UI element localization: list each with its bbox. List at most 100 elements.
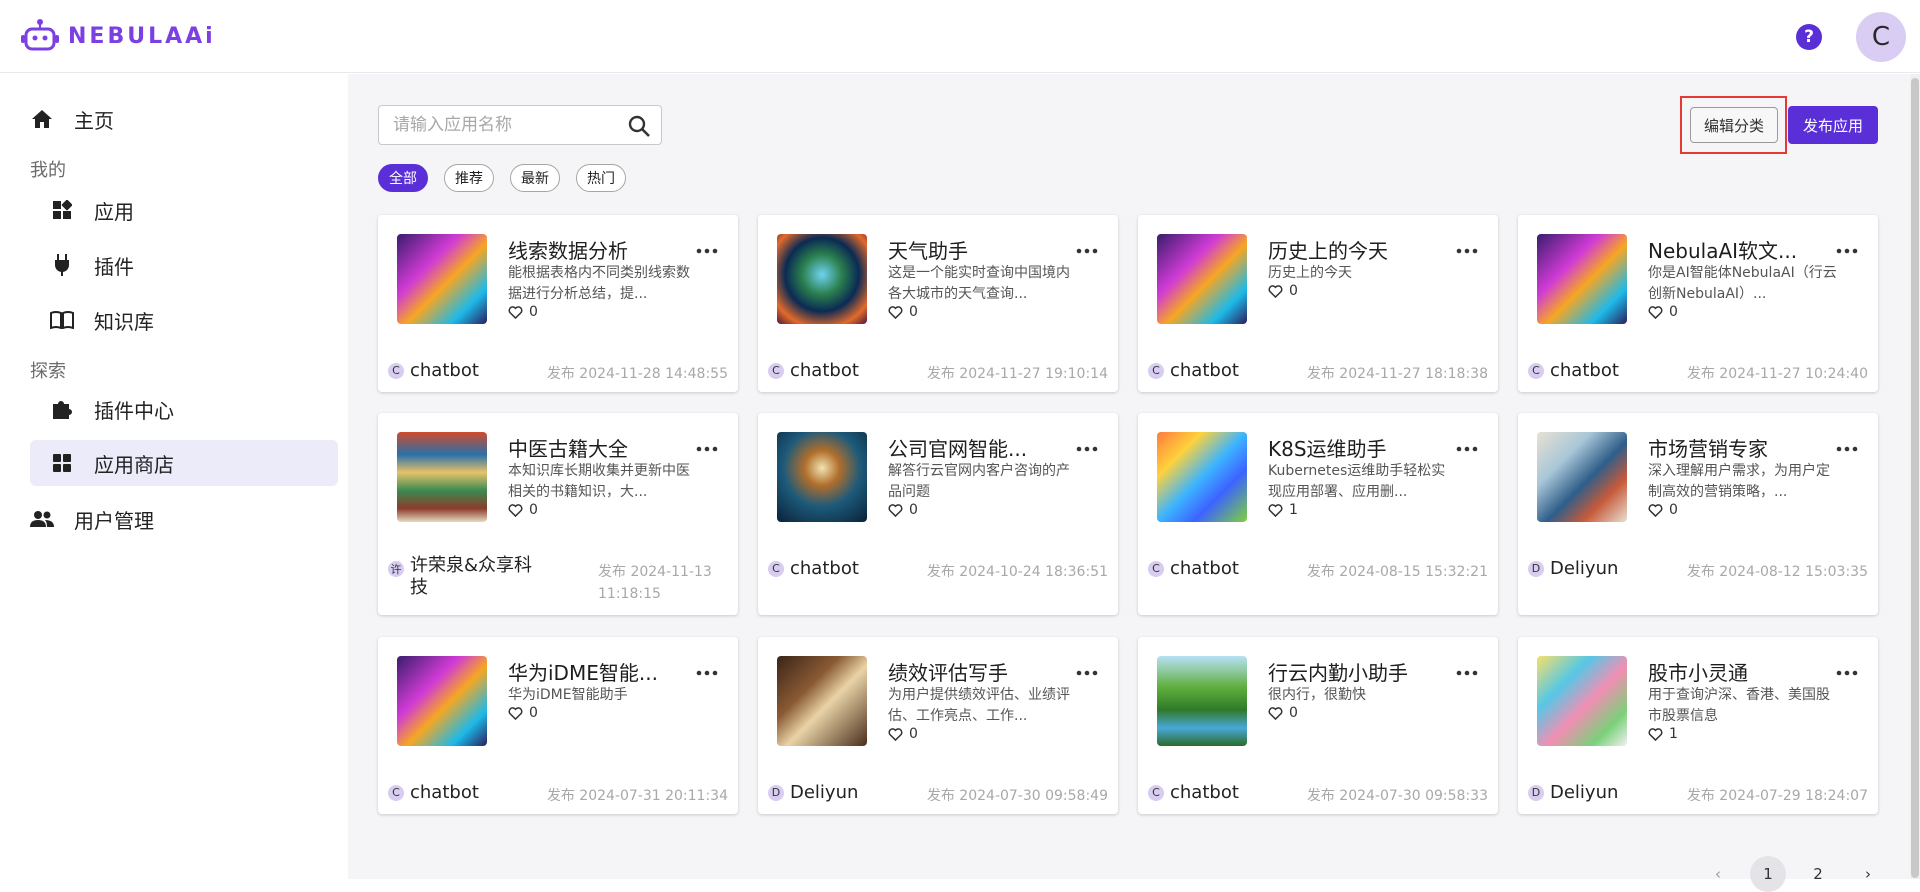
page-button-2[interactable]: 2 [1800, 856, 1836, 892]
sidebar-item-label: 应用商店 [94, 452, 174, 477]
author-name: chatbot [1170, 558, 1239, 579]
author-name: chatbot [410, 782, 479, 803]
sidebar-item-label: 应用 [94, 199, 134, 224]
author-name: chatbot [1170, 360, 1239, 381]
publish-date: 发布 2024-11-13 11:18:15 [598, 564, 712, 602]
sidebar-item-plugins[interactable]: 插件 [50, 243, 134, 287]
app-card[interactable]: K8S运维助手 Kubernetes运维助手轻松实现应用部署、应用删... 1 Cch… [1138, 413, 1498, 615]
app-title: 绩效评估写手 [888, 661, 1008, 685]
author-badge: D [1528, 560, 1544, 577]
search-icon[interactable] [627, 114, 651, 142]
app-logo[interactable]: NEBULAAi [20, 18, 216, 54]
author-badge: C [1148, 784, 1164, 801]
likes[interactable]: 0 [888, 502, 918, 518]
likes[interactable]: 0 [508, 705, 538, 721]
author: Cchatbot [388, 360, 479, 381]
likes-count: 0 [529, 304, 538, 320]
app-card[interactable]: 市场营销专家 深入理解用户需求，为用户定制高效的营销策略，... 0 D Deliyun… [1518, 413, 1878, 615]
app-title: 历史上的今天 [1268, 239, 1388, 263]
likes[interactable]: 0 [1268, 705, 1298, 721]
likes[interactable]: 0 [1648, 502, 1678, 518]
app-title: 中医古籍大全 [508, 437, 628, 461]
heart-icon [508, 706, 523, 720]
likes[interactable]: 0 [1268, 283, 1298, 299]
next-page-icon[interactable]: › [1850, 856, 1886, 892]
author: 许许荣泉&众享科技 [388, 555, 548, 599]
likes[interactable]: 0 [1648, 304, 1678, 320]
likes[interactable]: 0 [888, 304, 918, 320]
likes[interactable]: 0 [508, 304, 538, 320]
heart-icon [508, 305, 523, 319]
app-thumbnail [1157, 656, 1247, 746]
author-badge: 许 [388, 561, 404, 577]
edit-category-button[interactable]: 编辑分类 [1690, 107, 1778, 143]
app-card[interactable]: 中医古籍大全 本知识库长期收集并更新中医相关的书籍知识，大... 0 许许荣泉&众享科… [378, 413, 738, 615]
sidebar: 主页 我的 应用 插件 知识库 探索 插件中心 应用商店 用户管理 [0, 74, 348, 879]
more-options-icon[interactable] [696, 239, 718, 258]
search-input[interactable] [393, 115, 623, 135]
sidebar-item-home[interactable]: 主页 [30, 97, 114, 141]
heart-icon [1648, 503, 1663, 517]
filter-chip-recommended[interactable]: 推荐 [444, 164, 494, 192]
more-options-icon[interactable] [1456, 437, 1478, 456]
more-options-icon[interactable] [1456, 239, 1478, 258]
sidebar-item-app-store[interactable]: 应用商店 [50, 441, 174, 485]
more-options-icon[interactable] [1076, 661, 1098, 680]
sidebar-item-plugin-center[interactable]: 插件中心 [50, 387, 174, 431]
heart-icon [1648, 305, 1663, 319]
app-description: 这是一个能实时查询中国境内各大城市的天气查询... [888, 265, 1070, 302]
user-avatar[interactable]: C [1856, 12, 1906, 62]
sidebar-item-apps[interactable]: 应用 [50, 188, 134, 232]
app-card[interactable]: 天气助手 这是一个能实时查询中国境内各大城市的天气查询... 0 Cchatbot 发布… [758, 215, 1118, 392]
publish-date: 发布 2024-08-12 15:03:35 [1686, 564, 1868, 580]
likes[interactable]: 0 [508, 502, 538, 518]
filter-chip-latest[interactable]: 最新 [510, 164, 560, 192]
section-label-explore: 探索 [30, 361, 66, 382]
likes[interactable]: 1 [1648, 726, 1678, 742]
filter-chip-all[interactable]: 全部 [378, 164, 428, 192]
section-label-mine: 我的 [30, 160, 66, 181]
more-options-icon[interactable] [696, 437, 718, 456]
app-thumbnail [1537, 234, 1627, 324]
publish-date: 发布 2024-07-30 09:58:33 [1306, 788, 1488, 804]
publish-date: 发布 2024-07-29 18:24:07 [1686, 788, 1868, 804]
more-options-icon[interactable] [1076, 437, 1098, 456]
heart-icon [1268, 706, 1283, 720]
book-icon [50, 308, 74, 332]
heart-icon [1268, 503, 1283, 517]
publish-app-button[interactable]: 发布应用 [1788, 106, 1878, 144]
filter-chip-hot[interactable]: 热门 [576, 164, 626, 192]
app-description: 能根据表格内不同类别线索数据进行分析总结，提... [508, 265, 690, 302]
app-card[interactable]: NebulaAI软文... 你是AI智能体NebulaAI（行云创新NebulaA… [1518, 215, 1878, 392]
more-options-icon[interactable] [1456, 661, 1478, 680]
app-card[interactable]: 历史上的今天 历史上的今天 0 Cchatbot 发布 2024-11-27 18:18… [1138, 215, 1498, 392]
prev-page-icon[interactable]: ‹ [1700, 856, 1736, 892]
help-icon[interactable]: ? [1796, 24, 1822, 50]
app-card[interactable]: 线索数据分析 能根据表格内不同类别线索数据进行分析总结，提... 0 Cchatbot… [378, 215, 738, 392]
likes-count: 0 [1289, 705, 1298, 721]
app-card[interactable]: 华为iDME智能... 华为iDME智能助手 0 Cchatbot 发布 2024-07… [378, 637, 738, 814]
app-description: Kubernetes运维助手轻松实现应用部署、应用删... [1268, 463, 1446, 500]
author-name: Deliyun [1550, 782, 1619, 803]
sidebar-item-user-mgmt[interactable]: 用户管理 [30, 497, 154, 541]
page-button-1[interactable]: 1 [1750, 856, 1786, 892]
sidebar-item-knowledge[interactable]: 知识库 [50, 298, 154, 342]
more-options-icon[interactable] [1076, 239, 1098, 258]
author-badge: D [1528, 784, 1544, 801]
author-name: chatbot [410, 360, 479, 381]
more-options-icon[interactable] [1836, 661, 1858, 680]
more-options-icon[interactable] [696, 661, 718, 680]
author-name: chatbot [1170, 782, 1239, 803]
app-description: 用于查询沪深、香港、美国股市股票信息 [1648, 687, 1830, 724]
plug-icon [50, 253, 74, 277]
app-title: 市场营销专家 [1648, 437, 1768, 461]
likes[interactable]: 1 [1268, 502, 1298, 518]
app-card[interactable]: 公司官网智能... 解答行云官网内客户咨询的产品问题 0 Cchatbot 发布 202… [758, 413, 1118, 615]
more-options-icon[interactable] [1836, 239, 1858, 258]
app-card[interactable]: 股市小灵通 用于查询沪深、香港、美国股市股票信息 1 D Deliyun 发布 2024-… [1518, 637, 1878, 814]
app-card[interactable]: 行云内勤小助手 很内行，很勤快 0 Cchatbot 发布 2024-07-30 09:… [1138, 637, 1498, 814]
scrollbar-thumb[interactable] [1911, 78, 1919, 878]
likes[interactable]: 0 [888, 726, 918, 742]
app-card[interactable]: 绩效评估写手 为用户提供绩效评估、业绩评估、工作亮点、工作... 0 D Deliyun… [758, 637, 1118, 814]
more-options-icon[interactable] [1836, 437, 1858, 456]
